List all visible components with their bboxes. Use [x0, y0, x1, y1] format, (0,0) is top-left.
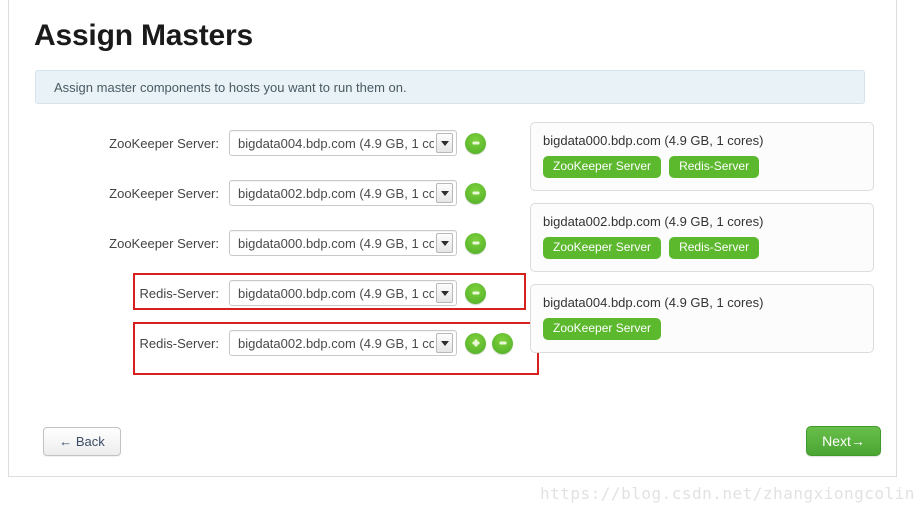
watermark: https://blog.csdn.net/zhangxiongcolin: [540, 484, 915, 503]
host-select-value: bigdata002.bdp.com (4.9 GB, 1 cores): [238, 335, 434, 351]
component-badge: Redis-Server: [669, 237, 760, 259]
host-select-value: bigdata004.bdp.com (4.9 GB, 1 cores): [238, 135, 434, 151]
back-button[interactable]: ← Back: [43, 427, 121, 456]
wizard-card: Assign Masters Assign master components …: [8, 0, 897, 477]
host-card: bigdata000.bdp.com (4.9 GB, 1 cores) ZooK…: [530, 122, 874, 191]
row-action-buttons: [465, 232, 492, 254]
host-select[interactable]: bigdata004.bdp.com (4.9 GB, 1 cores): [229, 130, 457, 156]
remove-component-icon[interactable]: [465, 182, 486, 204]
chevron-down-icon[interactable]: [436, 133, 453, 153]
row-action-buttons: [465, 282, 492, 304]
chevron-down-icon[interactable]: [436, 283, 453, 303]
host-card-title: bigdata000.bdp.com (4.9 GB, 1 cores): [543, 133, 764, 148]
add-component-icon[interactable]: [465, 332, 486, 354]
host-card-list: bigdata000.bdp.com (4.9 GB, 1 cores) ZooK…: [530, 122, 874, 365]
assignment-row: ZooKeeper Server: bigdata000.bdp.com (4.9…: [9, 218, 521, 268]
next-button[interactable]: Next→: [806, 426, 881, 456]
host-card-badges: ZooKeeper Server Redis-Server: [543, 237, 861, 259]
assignment-row: ZooKeeper Server: bigdata002.bdp.com (4.9…: [9, 168, 521, 218]
chevron-down-icon[interactable]: [436, 183, 453, 203]
host-card: bigdata002.bdp.com (4.9 GB, 1 cores) ZooK…: [530, 203, 874, 272]
host-select-value: bigdata000.bdp.com (4.9 GB, 1 cores): [238, 285, 434, 301]
chevron-down-icon[interactable]: [436, 333, 453, 353]
assignment-row: ZooKeeper Server: bigdata004.bdp.com (4.9…: [9, 118, 521, 168]
remove-component-icon[interactable]: [492, 332, 513, 354]
component-badge: Redis-Server: [669, 156, 760, 178]
assignment-row-label: Redis-Server:: [139, 335, 219, 351]
assignment-rows: ZooKeeper Server: bigdata004.bdp.com (4.9…: [9, 118, 521, 368]
component-badge: ZooKeeper Server: [543, 237, 662, 259]
assignment-row-label: Redis-Server:: [139, 285, 219, 301]
assignment-row-label: ZooKeeper Server:: [109, 185, 219, 201]
host-card-badges: ZooKeeper Server: [543, 318, 861, 340]
host-card-badges: ZooKeeper Server Redis-Server: [543, 156, 861, 178]
row-action-buttons: [465, 332, 519, 354]
info-banner: Assign master components to hosts you wa…: [35, 70, 865, 104]
host-select[interactable]: bigdata002.bdp.com (4.9 GB, 1 cores): [229, 330, 457, 356]
host-select-value: bigdata002.bdp.com (4.9 GB, 1 cores): [238, 185, 434, 201]
host-select-value: bigdata000.bdp.com (4.9 GB, 1 cores): [238, 235, 434, 251]
host-card: bigdata004.bdp.com (4.9 GB, 1 cores) ZooK…: [530, 284, 874, 353]
assignment-row-label: ZooKeeper Server:: [109, 235, 219, 251]
host-select[interactable]: bigdata000.bdp.com (4.9 GB, 1 cores): [229, 230, 457, 256]
host-card-title: bigdata004.bdp.com (4.9 GB, 1 cores): [543, 295, 764, 310]
remove-component-icon[interactable]: [465, 282, 486, 304]
host-select[interactable]: bigdata002.bdp.com (4.9 GB, 1 cores): [229, 180, 457, 206]
host-select[interactable]: bigdata000.bdp.com (4.9 GB, 1 cores): [229, 280, 457, 306]
component-badge: ZooKeeper Server: [543, 156, 662, 178]
row-action-buttons: [465, 182, 492, 204]
remove-component-icon[interactable]: [465, 232, 486, 254]
chevron-down-icon[interactable]: [436, 233, 453, 253]
assignment-row: Redis-Server: bigdata000.bdp.com (4.9 GB,…: [9, 268, 521, 318]
host-card-title: bigdata002.bdp.com (4.9 GB, 1 cores): [543, 214, 764, 229]
page-title: Assign Masters: [34, 19, 253, 52]
component-badge: ZooKeeper Server: [543, 318, 662, 340]
assign-body: ZooKeeper Server: bigdata004.bdp.com (4.9…: [9, 118, 898, 388]
assignment-row: Redis-Server: bigdata002.bdp.com (4.9 GB,…: [9, 318, 521, 368]
assignment-row-label: ZooKeeper Server:: [109, 135, 219, 151]
info-banner-text: Assign master components to hosts you wa…: [54, 79, 407, 95]
remove-component-icon[interactable]: [465, 132, 486, 154]
row-action-buttons: [465, 132, 492, 154]
